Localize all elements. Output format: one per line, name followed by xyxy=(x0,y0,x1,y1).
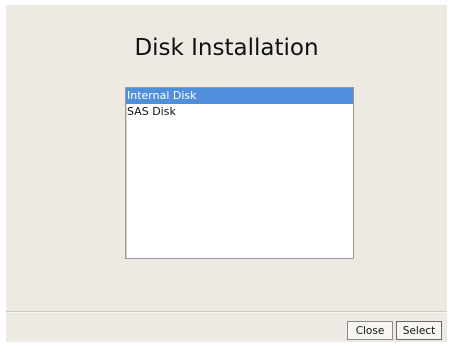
button-bar-separator xyxy=(6,311,447,313)
list-item-internal-disk[interactable]: Internal Disk xyxy=(126,88,353,104)
select-button[interactable]: Select xyxy=(396,321,442,340)
disk-installation-dialog: Disk Installation Internal Disk SAS Disk… xyxy=(6,5,447,342)
list-item-sas-disk[interactable]: SAS Disk xyxy=(126,104,353,120)
dialog-title: Disk Installation xyxy=(134,35,319,61)
close-button[interactable]: Close xyxy=(347,321,393,340)
disk-listbox[interactable]: Internal Disk SAS Disk xyxy=(125,87,354,259)
